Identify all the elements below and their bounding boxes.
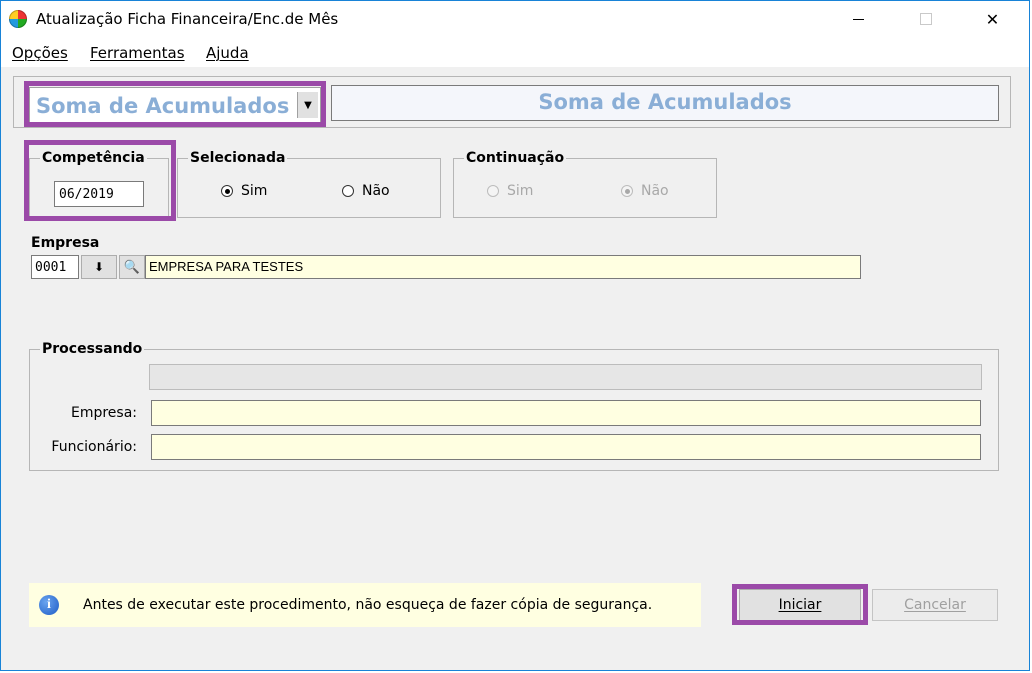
download-icon: ⬇ bbox=[93, 260, 105, 274]
processando-funcionario-label: Funcionário: bbox=[51, 439, 137, 455]
close-button[interactable]: ✕ bbox=[970, 1, 1015, 37]
empresa-label: Empresa bbox=[31, 235, 100, 251]
search-person-icon: 🔍 bbox=[123, 259, 141, 275]
info-icon: i bbox=[39, 595, 59, 615]
processing-progress-bar bbox=[149, 364, 982, 390]
empresa-import-button[interactable]: ⬇ bbox=[81, 255, 117, 279]
continuacao-nao-radio[interactable]: Não bbox=[621, 183, 669, 199]
chevron-down-icon[interactable]: ▼ bbox=[297, 92, 318, 118]
menu-ferramentas[interactable]: Ferramentas bbox=[90, 44, 185, 62]
processando-empresa-field bbox=[151, 400, 981, 426]
processando-label: Processando bbox=[40, 341, 145, 357]
iniciar-button[interactable]: Iniciar bbox=[739, 589, 861, 621]
continuacao-sim-radio[interactable]: Sim bbox=[487, 183, 533, 199]
empresa-search-button[interactable]: 🔍 bbox=[119, 255, 145, 279]
radio-unchecked-icon bbox=[487, 185, 499, 197]
radio-unchecked-icon bbox=[342, 185, 354, 197]
iniciar-button-label: Iniciar bbox=[778, 597, 822, 613]
maximize-button[interactable] bbox=[903, 1, 948, 37]
radio-checked-icon bbox=[621, 185, 633, 197]
continuacao-label: Continuação bbox=[464, 150, 567, 166]
selecionada-nao-radio[interactable]: Não bbox=[342, 183, 390, 199]
info-message: Antes de executar este procedimento, não… bbox=[83, 597, 653, 613]
cancelar-button[interactable]: Cancelar bbox=[872, 589, 998, 621]
menu-opcoes[interactable]: Opções bbox=[12, 44, 68, 62]
app-logo-icon bbox=[9, 10, 27, 28]
menu-bar: Opções Ferramentas Ajuda bbox=[1, 37, 1029, 67]
maximize-icon bbox=[919, 13, 932, 25]
empresa-code-input[interactable] bbox=[31, 255, 79, 279]
processando-funcionario-field bbox=[151, 434, 981, 460]
menu-ajuda[interactable]: Ajuda bbox=[206, 44, 249, 62]
selecionada-group: Selecionada bbox=[177, 150, 441, 218]
competencia-input[interactable] bbox=[54, 181, 144, 207]
info-message-bar: i Antes de executar este procedimento, n… bbox=[29, 583, 701, 627]
selecionada-label: Selecionada bbox=[188, 150, 288, 166]
title-bar: Atualização Ficha Financeira/Enc.de Mês … bbox=[1, 1, 1029, 37]
empresa-name-field: EMPRESA PARA TESTES bbox=[145, 255, 861, 279]
radio-label: Não bbox=[362, 183, 390, 199]
procedure-select[interactable]: Soma de Acumulados ▼ bbox=[29, 87, 321, 123]
procedure-banner-title: Soma de Acumulados bbox=[538, 90, 792, 114]
close-icon: ✕ bbox=[985, 9, 1000, 29]
radio-label: Não bbox=[641, 183, 669, 199]
selecionada-sim-radio[interactable]: Sim bbox=[221, 183, 267, 199]
procedure-select-value: Soma de Acumulados bbox=[36, 94, 290, 118]
app-window: Atualização Ficha Financeira/Enc.de Mês … bbox=[0, 0, 1030, 671]
minimize-button[interactable] bbox=[836, 1, 881, 37]
radio-label: Sim bbox=[507, 183, 534, 199]
processando-empresa-label: Empresa: bbox=[70, 405, 137, 421]
cancelar-button-label: Cancelar bbox=[904, 597, 966, 613]
procedure-banner: Soma de Acumulados bbox=[331, 85, 999, 121]
radio-checked-icon bbox=[221, 185, 233, 197]
window-title: Atualização Ficha Financeira/Enc.de Mês bbox=[36, 10, 339, 28]
competencia-label: Competência bbox=[40, 150, 147, 166]
radio-label: Sim bbox=[241, 183, 268, 199]
minimize-icon bbox=[853, 18, 864, 20]
